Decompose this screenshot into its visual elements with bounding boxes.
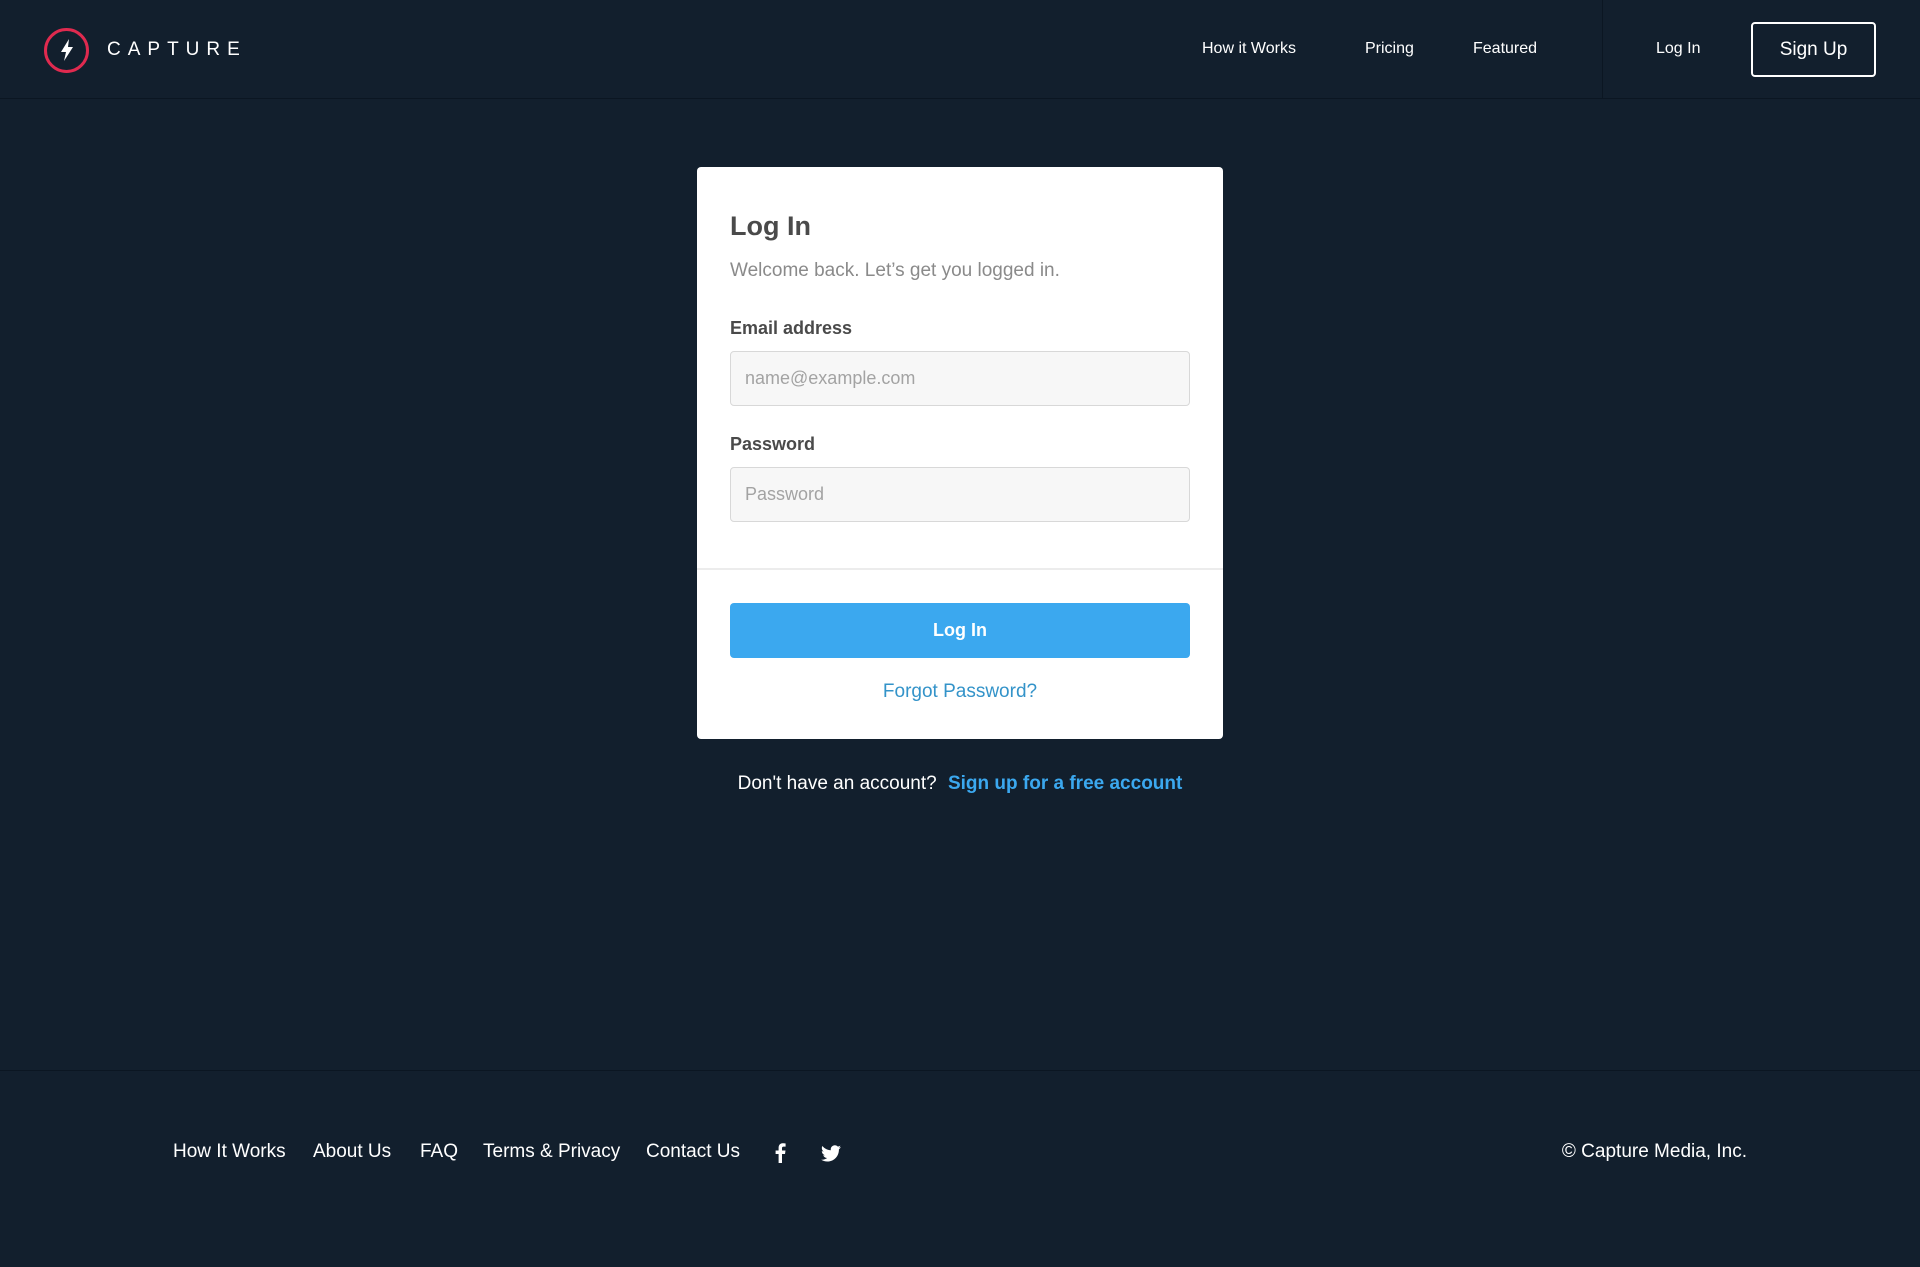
- top-navigation-bar: CAPTURE How it Works Pricing Featured Lo…: [0, 0, 1920, 99]
- footer-about-us[interactable]: About Us: [313, 1141, 391, 1163]
- password-label: Password: [730, 434, 816, 454]
- nav-login-link[interactable]: Log In: [1656, 40, 1700, 58]
- signup-free-account-link[interactable]: Sign up for a free account: [948, 773, 1182, 794]
- nav-pricing[interactable]: Pricing: [1365, 40, 1414, 58]
- brand-logo[interactable]: CAPTURE: [44, 27, 247, 73]
- copyright-text: © Capture Media, Inc.: [1561, 1141, 1747, 1162]
- card-divider: [697, 568, 1223, 570]
- email-field[interactable]: [730, 351, 1190, 406]
- brand-name: CAPTURE: [107, 39, 247, 60]
- signup-button[interactable]: Sign Up: [1751, 22, 1876, 77]
- footer-contact-us[interactable]: Contact Us: [646, 1141, 740, 1163]
- lightning-bolt-icon: [44, 27, 89, 73]
- login-button[interactable]: Log In: [730, 603, 1190, 658]
- email-label: Email address: [730, 318, 853, 338]
- page-footer: How It Works About Us FAQ Terms & Privac…: [0, 1070, 1920, 1267]
- footer-faq[interactable]: FAQ: [420, 1141, 458, 1163]
- nav-how-it-works[interactable]: How it Works: [1202, 40, 1296, 58]
- signup-prompt-text: Don't have an account?: [737, 773, 937, 794]
- nav-featured[interactable]: Featured: [1473, 40, 1537, 58]
- twitter-icon[interactable]: [819, 1141, 843, 1165]
- facebook-icon[interactable]: [768, 1141, 792, 1165]
- login-card: Log In Welcome back. Let’s get you logge…: [697, 167, 1223, 739]
- signup-prompt: Don't have an account? Sign up for a fre…: [0, 773, 1920, 795]
- login-subtitle: Welcome back. Let’s get you logged in.: [730, 260, 1060, 281]
- forgot-password-link[interactable]: Forgot Password?: [697, 681, 1223, 703]
- footer-how-it-works[interactable]: How It Works: [173, 1141, 286, 1163]
- footer-terms-privacy[interactable]: Terms & Privacy: [483, 1141, 620, 1163]
- login-title: Log In: [730, 211, 811, 241]
- password-field[interactable]: [730, 467, 1190, 522]
- nav-divider: [1602, 0, 1603, 99]
